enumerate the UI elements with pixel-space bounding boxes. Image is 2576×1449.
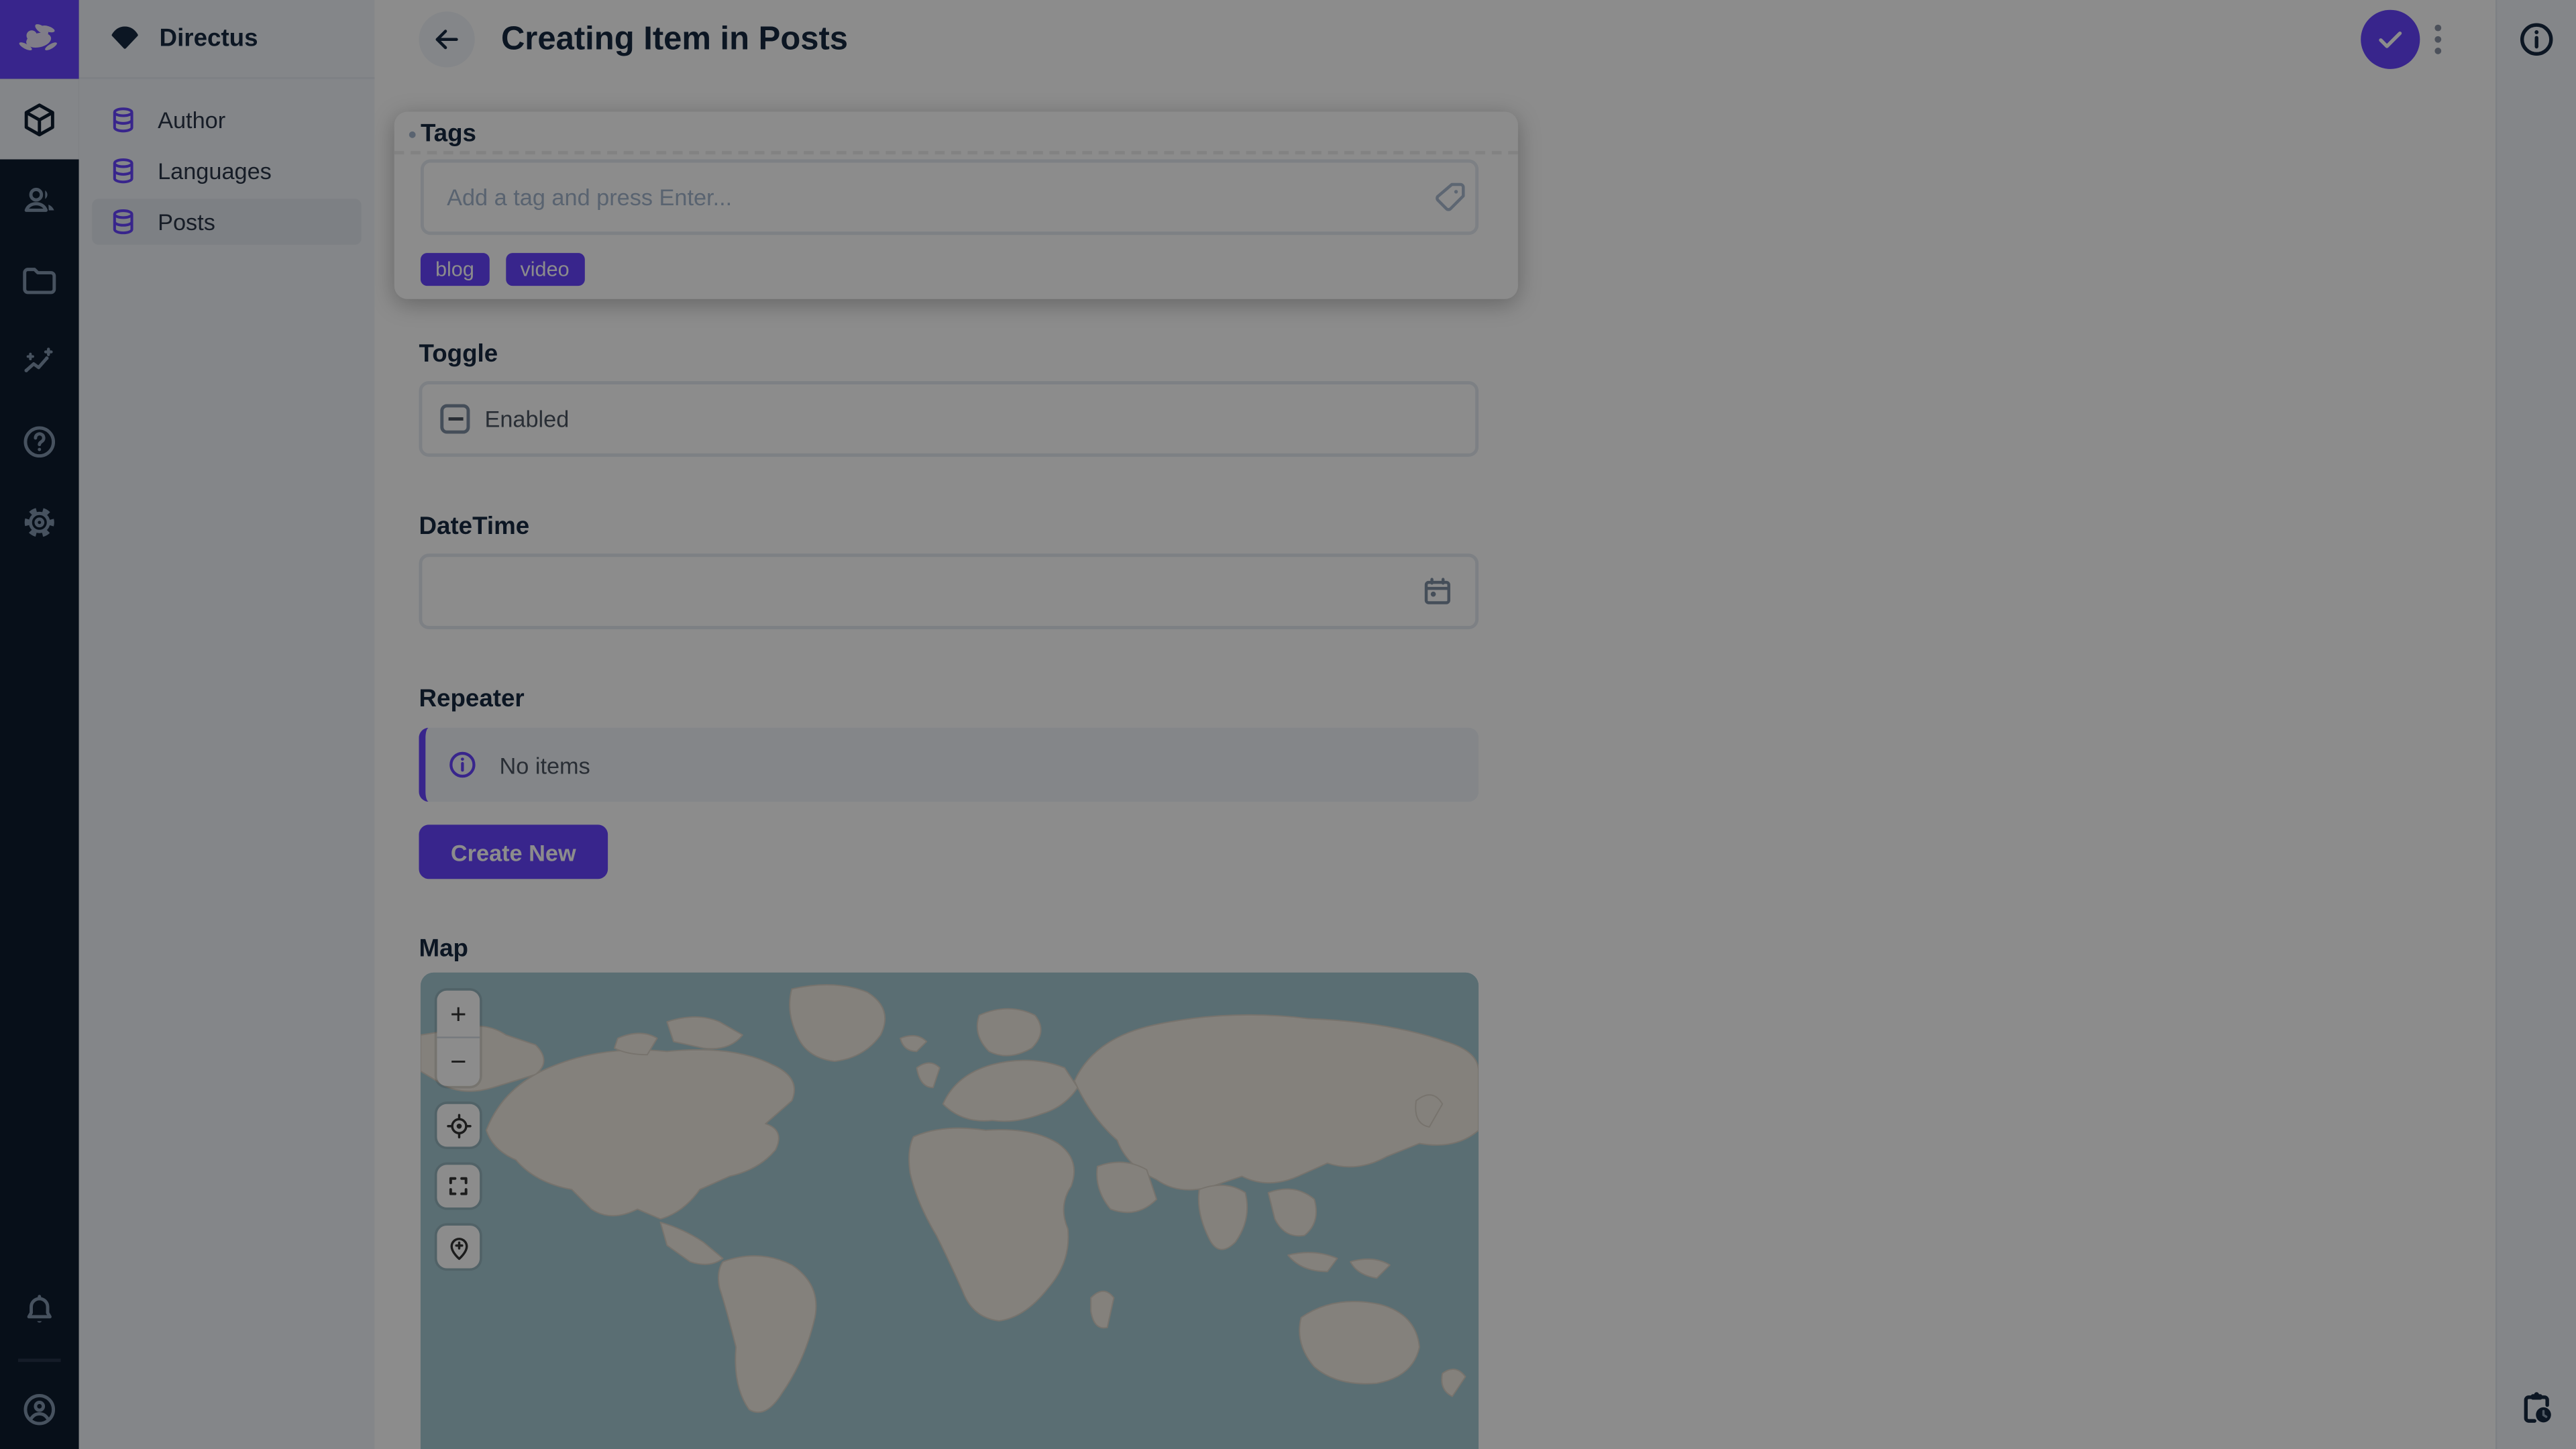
directus-app: Directus Author: [0, 0, 2576, 1449]
tour-dim-overlay[interactable]: [0, 0, 2576, 1449]
